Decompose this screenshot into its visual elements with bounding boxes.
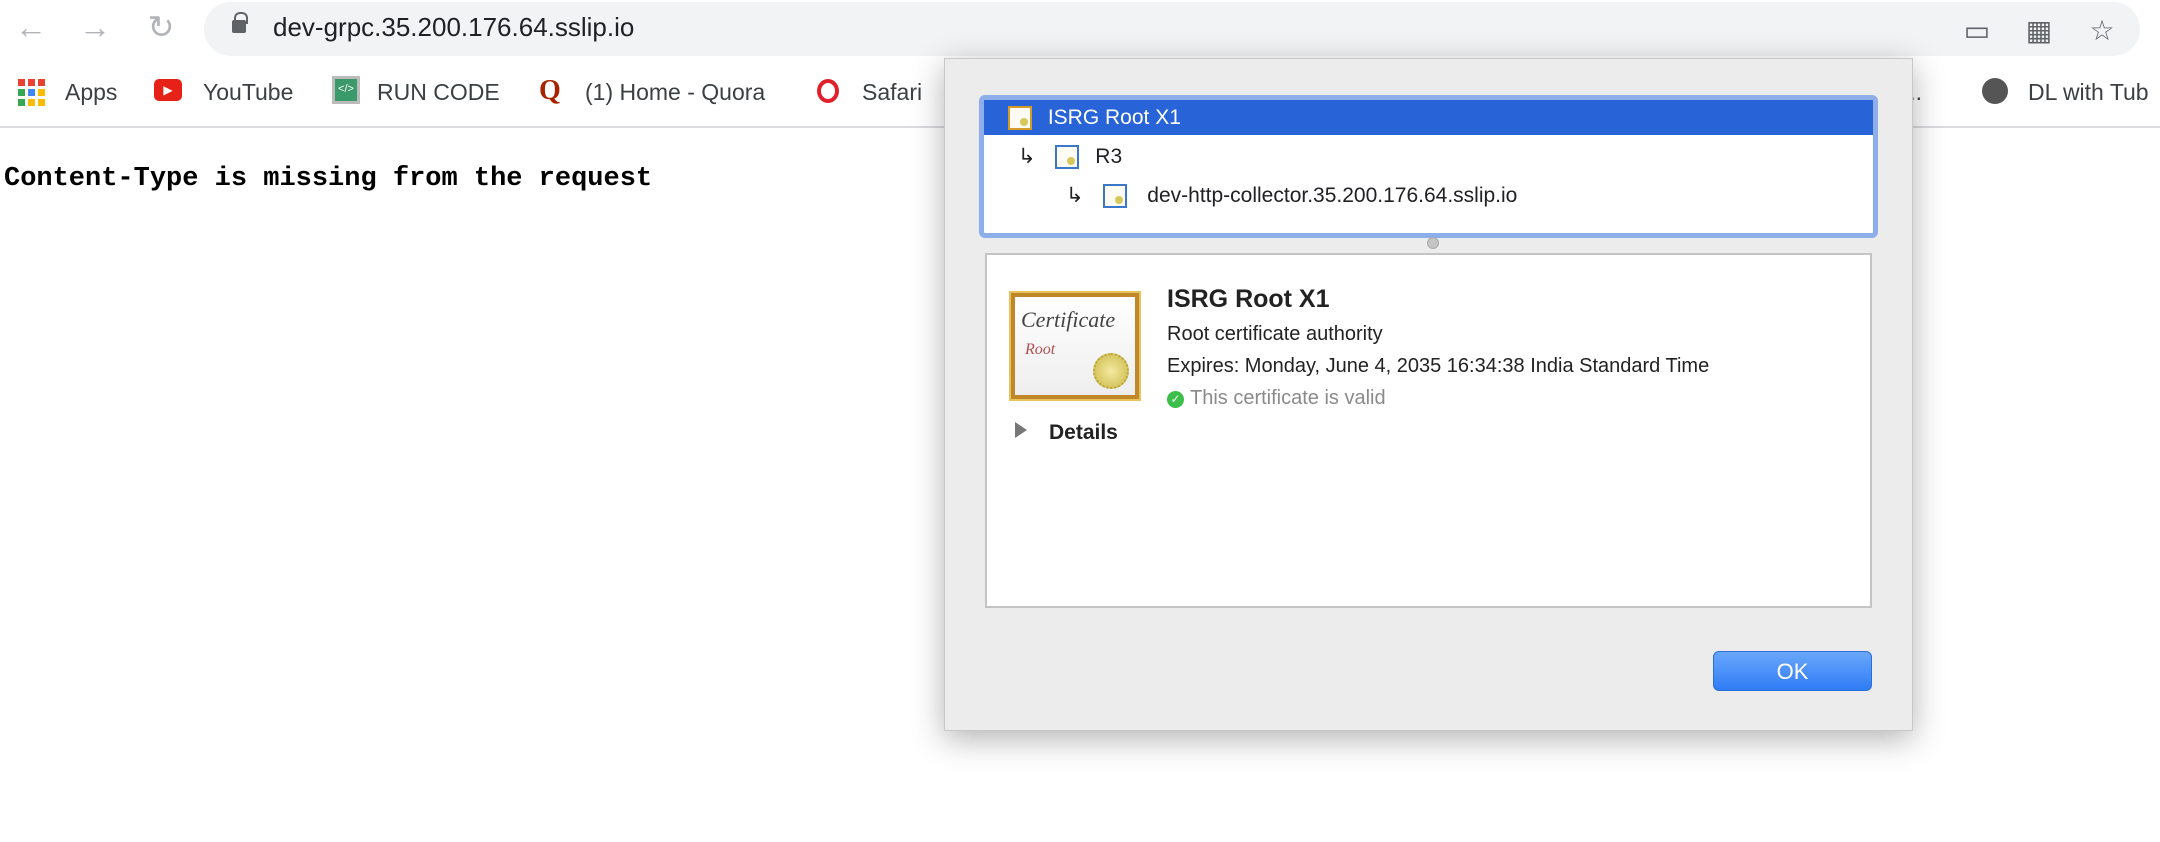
bookmark-dl-with-tub[interactable]: DL with Tub <box>2028 79 2149 106</box>
child-arrow-icon: ↳ <box>1018 145 1036 168</box>
seal-icon <box>1093 353 1129 389</box>
forward-arrow-icon[interactable]: → <box>78 10 112 44</box>
certificate-icon <box>1103 184 1128 209</box>
disclosure-triangle-icon[interactable] <box>1015 422 1027 438</box>
certificate-subtitle: Root certificate authority <box>1167 323 1383 345</box>
ok-button[interactable]: OK <box>1713 651 1872 691</box>
bookmark-run-code[interactable]: RUN CODE <box>377 79 500 106</box>
extension-icon[interactable]: ▦ <box>2023 14 2055 47</box>
cast-icon[interactable]: ▭ <box>1961 14 1993 47</box>
quora-icon: Q <box>539 75 561 106</box>
bookmark-youtube[interactable]: YouTube <box>203 79 293 106</box>
certificate-image: Certificate Root <box>1009 291 1141 401</box>
certificate-icon <box>1055 145 1080 170</box>
certificate-icon <box>1008 106 1032 131</box>
certificate-image-sub: Root <box>1025 341 1056 358</box>
apps-grid-icon[interactable] <box>18 76 46 106</box>
tree-item-label: ISRG Root X1 <box>1047 106 1181 129</box>
bookmark-star-icon[interactable]: ☆ <box>2086 14 2118 47</box>
certificate-expiry: Expires: Monday, June 4, 2035 16:34:38 I… <box>1167 355 1710 377</box>
split-handle[interactable] <box>1427 237 1439 249</box>
check-circle-icon: ✓ <box>1167 391 1184 408</box>
certificate-image-script: Certificate <box>1021 307 1116 332</box>
certificate-status: ✓ This certificate is valid <box>1167 387 1386 410</box>
back-arrow-icon[interactable]: ← <box>14 10 48 44</box>
certificate-status-text: This certificate is valid <box>1190 387 1386 409</box>
tree-item-r3[interactable]: ↳ R3 <box>984 139 1873 174</box>
details-label: Details <box>1049 421 1118 444</box>
opera-icon <box>817 79 839 103</box>
tree-item-label: R3 <box>1095 145 1123 168</box>
browser-toolbar: ← → ↻ dev-grpc.35.200.176.64.sslip.io ▭ … <box>0 0 2160 62</box>
reload-icon[interactable]: ↻ <box>144 10 178 44</box>
lock-icon[interactable] <box>232 12 248 33</box>
bookmark-apps[interactable]: Apps <box>65 79 117 106</box>
globe-icon <box>1982 78 2008 104</box>
bookmark-safari[interactable]: Safari <box>862 79 922 106</box>
certificate-title: ISRG Root X1 <box>1167 285 1330 313</box>
bookmark-quora[interactable]: (1) Home - Quora <box>585 79 765 106</box>
details-disclosure[interactable]: Details <box>1015 421 1118 445</box>
certificate-tree[interactable]: ISRG Root X1 ↳ R3 ↳ dev-http-collector.3… <box>979 95 1878 238</box>
child-arrow-icon: ↳ <box>1066 184 1084 207</box>
run-code-icon: </> <box>332 76 360 104</box>
certificate-dialog: ISRG Root X1 ↳ R3 ↳ dev-http-collector.3… <box>944 58 1913 731</box>
page-message: Content-Type is missing from the request <box>4 164 653 194</box>
tree-item-label: dev-http-collector.35.200.176.64.sslip.i… <box>1147 184 1518 207</box>
tree-item-isrg-root-x1[interactable]: ISRG Root X1 <box>984 100 1873 135</box>
url-text[interactable]: dev-grpc.35.200.176.64.sslip.io <box>273 12 634 43</box>
youtube-icon: ▶ <box>154 79 182 101</box>
certificate-detail-panel: Certificate Root ISRG Root X1 Root certi… <box>985 253 1872 608</box>
tree-item-leaf-cert[interactable]: ↳ dev-http-collector.35.200.176.64.sslip… <box>984 178 1873 213</box>
